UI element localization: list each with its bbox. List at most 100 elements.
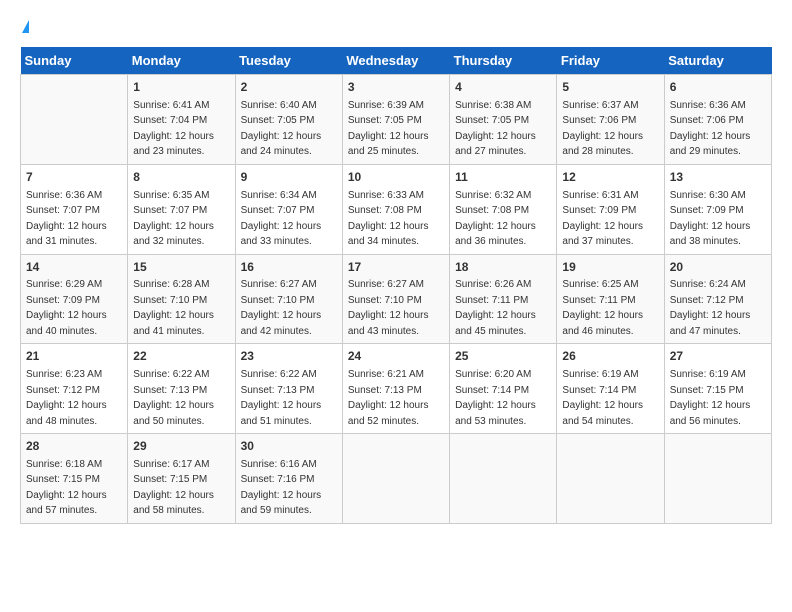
day-number: 2 bbox=[241, 79, 337, 96]
day-cell: 13 Sunrise: 6:30 AMSunset: 7:09 PMDaylig… bbox=[664, 164, 771, 254]
day-info: Sunrise: 6:38 AMSunset: 7:05 PMDaylight:… bbox=[455, 100, 536, 158]
header-thursday: Thursday bbox=[450, 47, 557, 75]
day-number: 18 bbox=[455, 259, 551, 276]
day-info: Sunrise: 6:28 AMSunset: 7:10 PMDaylight:… bbox=[133, 279, 214, 337]
day-number: 27 bbox=[670, 348, 766, 365]
day-cell: 25 Sunrise: 6:20 AMSunset: 7:14 PMDaylig… bbox=[450, 344, 557, 434]
day-number: 6 bbox=[670, 79, 766, 96]
day-info: Sunrise: 6:40 AMSunset: 7:05 PMDaylight:… bbox=[241, 100, 322, 158]
day-cell: 21 Sunrise: 6:23 AMSunset: 7:12 PMDaylig… bbox=[21, 344, 128, 434]
day-info: Sunrise: 6:29 AMSunset: 7:09 PMDaylight:… bbox=[26, 279, 107, 337]
day-number: 14 bbox=[26, 259, 122, 276]
day-cell bbox=[664, 434, 771, 524]
day-number: 25 bbox=[455, 348, 551, 365]
day-cell bbox=[342, 434, 449, 524]
day-info: Sunrise: 6:24 AMSunset: 7:12 PMDaylight:… bbox=[670, 279, 751, 337]
day-info: Sunrise: 6:32 AMSunset: 7:08 PMDaylight:… bbox=[455, 190, 536, 248]
day-number: 15 bbox=[133, 259, 229, 276]
day-cell: 26 Sunrise: 6:19 AMSunset: 7:14 PMDaylig… bbox=[557, 344, 664, 434]
day-number: 26 bbox=[562, 348, 658, 365]
day-cell: 23 Sunrise: 6:22 AMSunset: 7:13 PMDaylig… bbox=[235, 344, 342, 434]
day-number: 28 bbox=[26, 438, 122, 455]
day-cell: 18 Sunrise: 6:26 AMSunset: 7:11 PMDaylig… bbox=[450, 254, 557, 344]
day-info: Sunrise: 6:22 AMSunset: 7:13 PMDaylight:… bbox=[133, 369, 214, 427]
day-cell: 6 Sunrise: 6:36 AMSunset: 7:06 PMDayligh… bbox=[664, 75, 771, 165]
day-cell: 7 Sunrise: 6:36 AMSunset: 7:07 PMDayligh… bbox=[21, 164, 128, 254]
header-wednesday: Wednesday bbox=[342, 47, 449, 75]
day-cell: 12 Sunrise: 6:31 AMSunset: 7:09 PMDaylig… bbox=[557, 164, 664, 254]
day-info: Sunrise: 6:20 AMSunset: 7:14 PMDaylight:… bbox=[455, 369, 536, 427]
day-number: 9 bbox=[241, 169, 337, 186]
day-info: Sunrise: 6:19 AMSunset: 7:14 PMDaylight:… bbox=[562, 369, 643, 427]
day-number: 22 bbox=[133, 348, 229, 365]
day-number: 12 bbox=[562, 169, 658, 186]
day-cell: 27 Sunrise: 6:19 AMSunset: 7:15 PMDaylig… bbox=[664, 344, 771, 434]
day-cell: 24 Sunrise: 6:21 AMSunset: 7:13 PMDaylig… bbox=[342, 344, 449, 434]
day-info: Sunrise: 6:39 AMSunset: 7:05 PMDaylight:… bbox=[348, 100, 429, 158]
day-info: Sunrise: 6:22 AMSunset: 7:13 PMDaylight:… bbox=[241, 369, 322, 427]
day-info: Sunrise: 6:34 AMSunset: 7:07 PMDaylight:… bbox=[241, 190, 322, 248]
day-cell: 8 Sunrise: 6:35 AMSunset: 7:07 PMDayligh… bbox=[128, 164, 235, 254]
day-info: Sunrise: 6:27 AMSunset: 7:10 PMDaylight:… bbox=[241, 279, 322, 337]
day-cell: 30 Sunrise: 6:16 AMSunset: 7:16 PMDaylig… bbox=[235, 434, 342, 524]
day-cell bbox=[450, 434, 557, 524]
day-info: Sunrise: 6:41 AMSunset: 7:04 PMDaylight:… bbox=[133, 100, 214, 158]
day-info: Sunrise: 6:35 AMSunset: 7:07 PMDaylight:… bbox=[133, 190, 214, 248]
page-header bbox=[20, 20, 772, 37]
week-row-1: 1 Sunrise: 6:41 AMSunset: 7:04 PMDayligh… bbox=[21, 75, 772, 165]
calendar-table: SundayMondayTuesdayWednesdayThursdayFrid… bbox=[20, 47, 772, 524]
header-sunday: Sunday bbox=[21, 47, 128, 75]
day-cell: 29 Sunrise: 6:17 AMSunset: 7:15 PMDaylig… bbox=[128, 434, 235, 524]
day-cell: 28 Sunrise: 6:18 AMSunset: 7:15 PMDaylig… bbox=[21, 434, 128, 524]
day-cell bbox=[557, 434, 664, 524]
day-number: 4 bbox=[455, 79, 551, 96]
day-cell: 2 Sunrise: 6:40 AMSunset: 7:05 PMDayligh… bbox=[235, 75, 342, 165]
day-number: 5 bbox=[562, 79, 658, 96]
day-info: Sunrise: 6:16 AMSunset: 7:16 PMDaylight:… bbox=[241, 459, 322, 517]
day-cell: 14 Sunrise: 6:29 AMSunset: 7:09 PMDaylig… bbox=[21, 254, 128, 344]
day-info: Sunrise: 6:33 AMSunset: 7:08 PMDaylight:… bbox=[348, 190, 429, 248]
header-tuesday: Tuesday bbox=[235, 47, 342, 75]
week-row-3: 14 Sunrise: 6:29 AMSunset: 7:09 PMDaylig… bbox=[21, 254, 772, 344]
day-info: Sunrise: 6:36 AMSunset: 7:06 PMDaylight:… bbox=[670, 100, 751, 158]
day-number: 7 bbox=[26, 169, 122, 186]
day-number: 19 bbox=[562, 259, 658, 276]
day-info: Sunrise: 6:17 AMSunset: 7:15 PMDaylight:… bbox=[133, 459, 214, 517]
day-cell: 9 Sunrise: 6:34 AMSunset: 7:07 PMDayligh… bbox=[235, 164, 342, 254]
day-number: 30 bbox=[241, 438, 337, 455]
day-info: Sunrise: 6:36 AMSunset: 7:07 PMDaylight:… bbox=[26, 190, 107, 248]
day-number: 1 bbox=[133, 79, 229, 96]
week-row-5: 28 Sunrise: 6:18 AMSunset: 7:15 PMDaylig… bbox=[21, 434, 772, 524]
day-cell: 22 Sunrise: 6:22 AMSunset: 7:13 PMDaylig… bbox=[128, 344, 235, 434]
day-cell: 17 Sunrise: 6:27 AMSunset: 7:10 PMDaylig… bbox=[342, 254, 449, 344]
day-number: 13 bbox=[670, 169, 766, 186]
day-info: Sunrise: 6:23 AMSunset: 7:12 PMDaylight:… bbox=[26, 369, 107, 427]
day-cell: 10 Sunrise: 6:33 AMSunset: 7:08 PMDaylig… bbox=[342, 164, 449, 254]
day-cell: 5 Sunrise: 6:37 AMSunset: 7:06 PMDayligh… bbox=[557, 75, 664, 165]
header-saturday: Saturday bbox=[664, 47, 771, 75]
day-number: 10 bbox=[348, 169, 444, 186]
logo-triangle-icon bbox=[22, 20, 29, 33]
day-number: 11 bbox=[455, 169, 551, 186]
day-number: 23 bbox=[241, 348, 337, 365]
day-info: Sunrise: 6:31 AMSunset: 7:09 PMDaylight:… bbox=[562, 190, 643, 248]
day-number: 24 bbox=[348, 348, 444, 365]
day-cell: 15 Sunrise: 6:28 AMSunset: 7:10 PMDaylig… bbox=[128, 254, 235, 344]
day-cell: 20 Sunrise: 6:24 AMSunset: 7:12 PMDaylig… bbox=[664, 254, 771, 344]
day-cell: 16 Sunrise: 6:27 AMSunset: 7:10 PMDaylig… bbox=[235, 254, 342, 344]
day-info: Sunrise: 6:18 AMSunset: 7:15 PMDaylight:… bbox=[26, 459, 107, 517]
header-friday: Friday bbox=[557, 47, 664, 75]
day-info: Sunrise: 6:26 AMSunset: 7:11 PMDaylight:… bbox=[455, 279, 536, 337]
day-info: Sunrise: 6:37 AMSunset: 7:06 PMDaylight:… bbox=[562, 100, 643, 158]
day-number: 3 bbox=[348, 79, 444, 96]
day-cell: 19 Sunrise: 6:25 AMSunset: 7:11 PMDaylig… bbox=[557, 254, 664, 344]
day-cell: 1 Sunrise: 6:41 AMSunset: 7:04 PMDayligh… bbox=[128, 75, 235, 165]
day-cell bbox=[21, 75, 128, 165]
day-cell: 3 Sunrise: 6:39 AMSunset: 7:05 PMDayligh… bbox=[342, 75, 449, 165]
calendar-header-row: SundayMondayTuesdayWednesdayThursdayFrid… bbox=[21, 47, 772, 75]
day-info: Sunrise: 6:27 AMSunset: 7:10 PMDaylight:… bbox=[348, 279, 429, 337]
week-row-2: 7 Sunrise: 6:36 AMSunset: 7:07 PMDayligh… bbox=[21, 164, 772, 254]
day-number: 17 bbox=[348, 259, 444, 276]
day-number: 29 bbox=[133, 438, 229, 455]
day-cell: 11 Sunrise: 6:32 AMSunset: 7:08 PMDaylig… bbox=[450, 164, 557, 254]
